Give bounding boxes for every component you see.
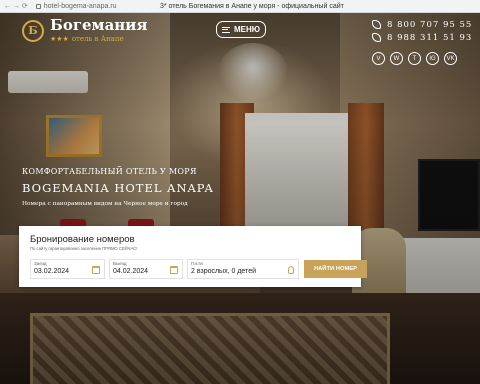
booking-note: По сайту гарантированно заселение ПРЯМО … bbox=[30, 246, 138, 251]
guests-field[interactable]: Гости 2 взрослых, 0 детей bbox=[187, 259, 299, 279]
instagram-icon[interactable]: IG bbox=[426, 52, 439, 65]
telegram-icon[interactable]: T bbox=[408, 52, 421, 65]
hero-line1: КОМФОРТАБЕЛЬНЫЙ ОТЕЛЬ У МОРЯ bbox=[22, 167, 197, 176]
menu-label: МЕНЮ bbox=[233, 25, 261, 34]
phone-block: 8 800 707 95 55 8 988 311 51 93 bbox=[372, 18, 472, 44]
browser-bar: ← → ⟳ hotel-bogema-anapa.ru 3* отель Бог… bbox=[0, 0, 480, 13]
calendar-icon bbox=[170, 266, 178, 274]
phone-number: 8 988 311 51 93 bbox=[387, 32, 473, 43]
checkin-field[interactable]: Заезд 03.02.2024 bbox=[30, 259, 105, 279]
social-links: V W T IG VK bbox=[372, 52, 457, 65]
guests-value: 2 взрослых, 0 детей bbox=[191, 268, 256, 275]
logo[interactable]: Б Богемания ★★★ отель в Анапе bbox=[22, 18, 148, 43]
viber-icon[interactable]: V bbox=[372, 52, 385, 65]
person-icon bbox=[288, 266, 294, 274]
checkout-label: Выезд bbox=[113, 261, 127, 266]
whatsapp-icon[interactable]: W bbox=[390, 52, 403, 65]
phone-row[interactable]: 8 800 707 95 55 bbox=[372, 18, 472, 31]
booking-panel: Бронирование номеров По сайту гарантиров… bbox=[19, 226, 367, 287]
checkout-field[interactable]: Выезд 04.02.2024 bbox=[109, 259, 183, 279]
phone-number: 8 800 707 95 55 bbox=[387, 19, 473, 30]
checkout-value: 04.02.2024 bbox=[113, 268, 149, 275]
logo-name: Богемания bbox=[50, 16, 148, 34]
calendar-icon bbox=[92, 266, 100, 274]
menu-button[interactable]: МЕНЮ bbox=[216, 21, 266, 38]
phone-row[interactable]: 8 988 311 51 93 bbox=[372, 31, 472, 44]
guests-label: Гости bbox=[191, 261, 203, 266]
logo-subtitle: ★★★ отель в Анапе bbox=[50, 35, 148, 43]
url-text: hotel-bogema-anapa.ru bbox=[43, 2, 117, 10]
stars-icon: ★★★ bbox=[50, 35, 69, 43]
hero-line3: Номера с панорамным видом на Черное море… bbox=[22, 201, 188, 207]
find-room-button[interactable]: НАЙТИ НОМЕР bbox=[304, 260, 367, 278]
logo-emblem-icon: Б bbox=[22, 19, 44, 42]
hero-headline: КОМФОРТАБЕЛЬНЫЙ ОТЕЛЬ У МОРЯ BOGEMANIA H… bbox=[22, 167, 214, 207]
browser-nav-buttons[interactable]: ← → ⟳ bbox=[0, 2, 28, 10]
hero-line2: BOGEMANIA HOTEL ANAPA bbox=[22, 181, 214, 195]
page-title: 3* отель Богемания в Анапе у моря - офиц… bbox=[160, 2, 344, 10]
checkin-label: Заезд bbox=[34, 261, 47, 266]
address-bar[interactable]: hotel-bogema-anapa.ru bbox=[35, 2, 117, 10]
lock-icon bbox=[35, 3, 41, 9]
hamburger-icon bbox=[221, 26, 230, 33]
vk-icon[interactable]: VK bbox=[444, 52, 457, 65]
checkin-value: 03.02.2024 bbox=[34, 268, 70, 275]
logo-tagline: отель в Анапе bbox=[71, 35, 124, 43]
booking-title: Бронирование номеров bbox=[30, 234, 135, 245]
phone-icon bbox=[372, 20, 381, 29]
mobile-phone-icon bbox=[372, 33, 381, 42]
